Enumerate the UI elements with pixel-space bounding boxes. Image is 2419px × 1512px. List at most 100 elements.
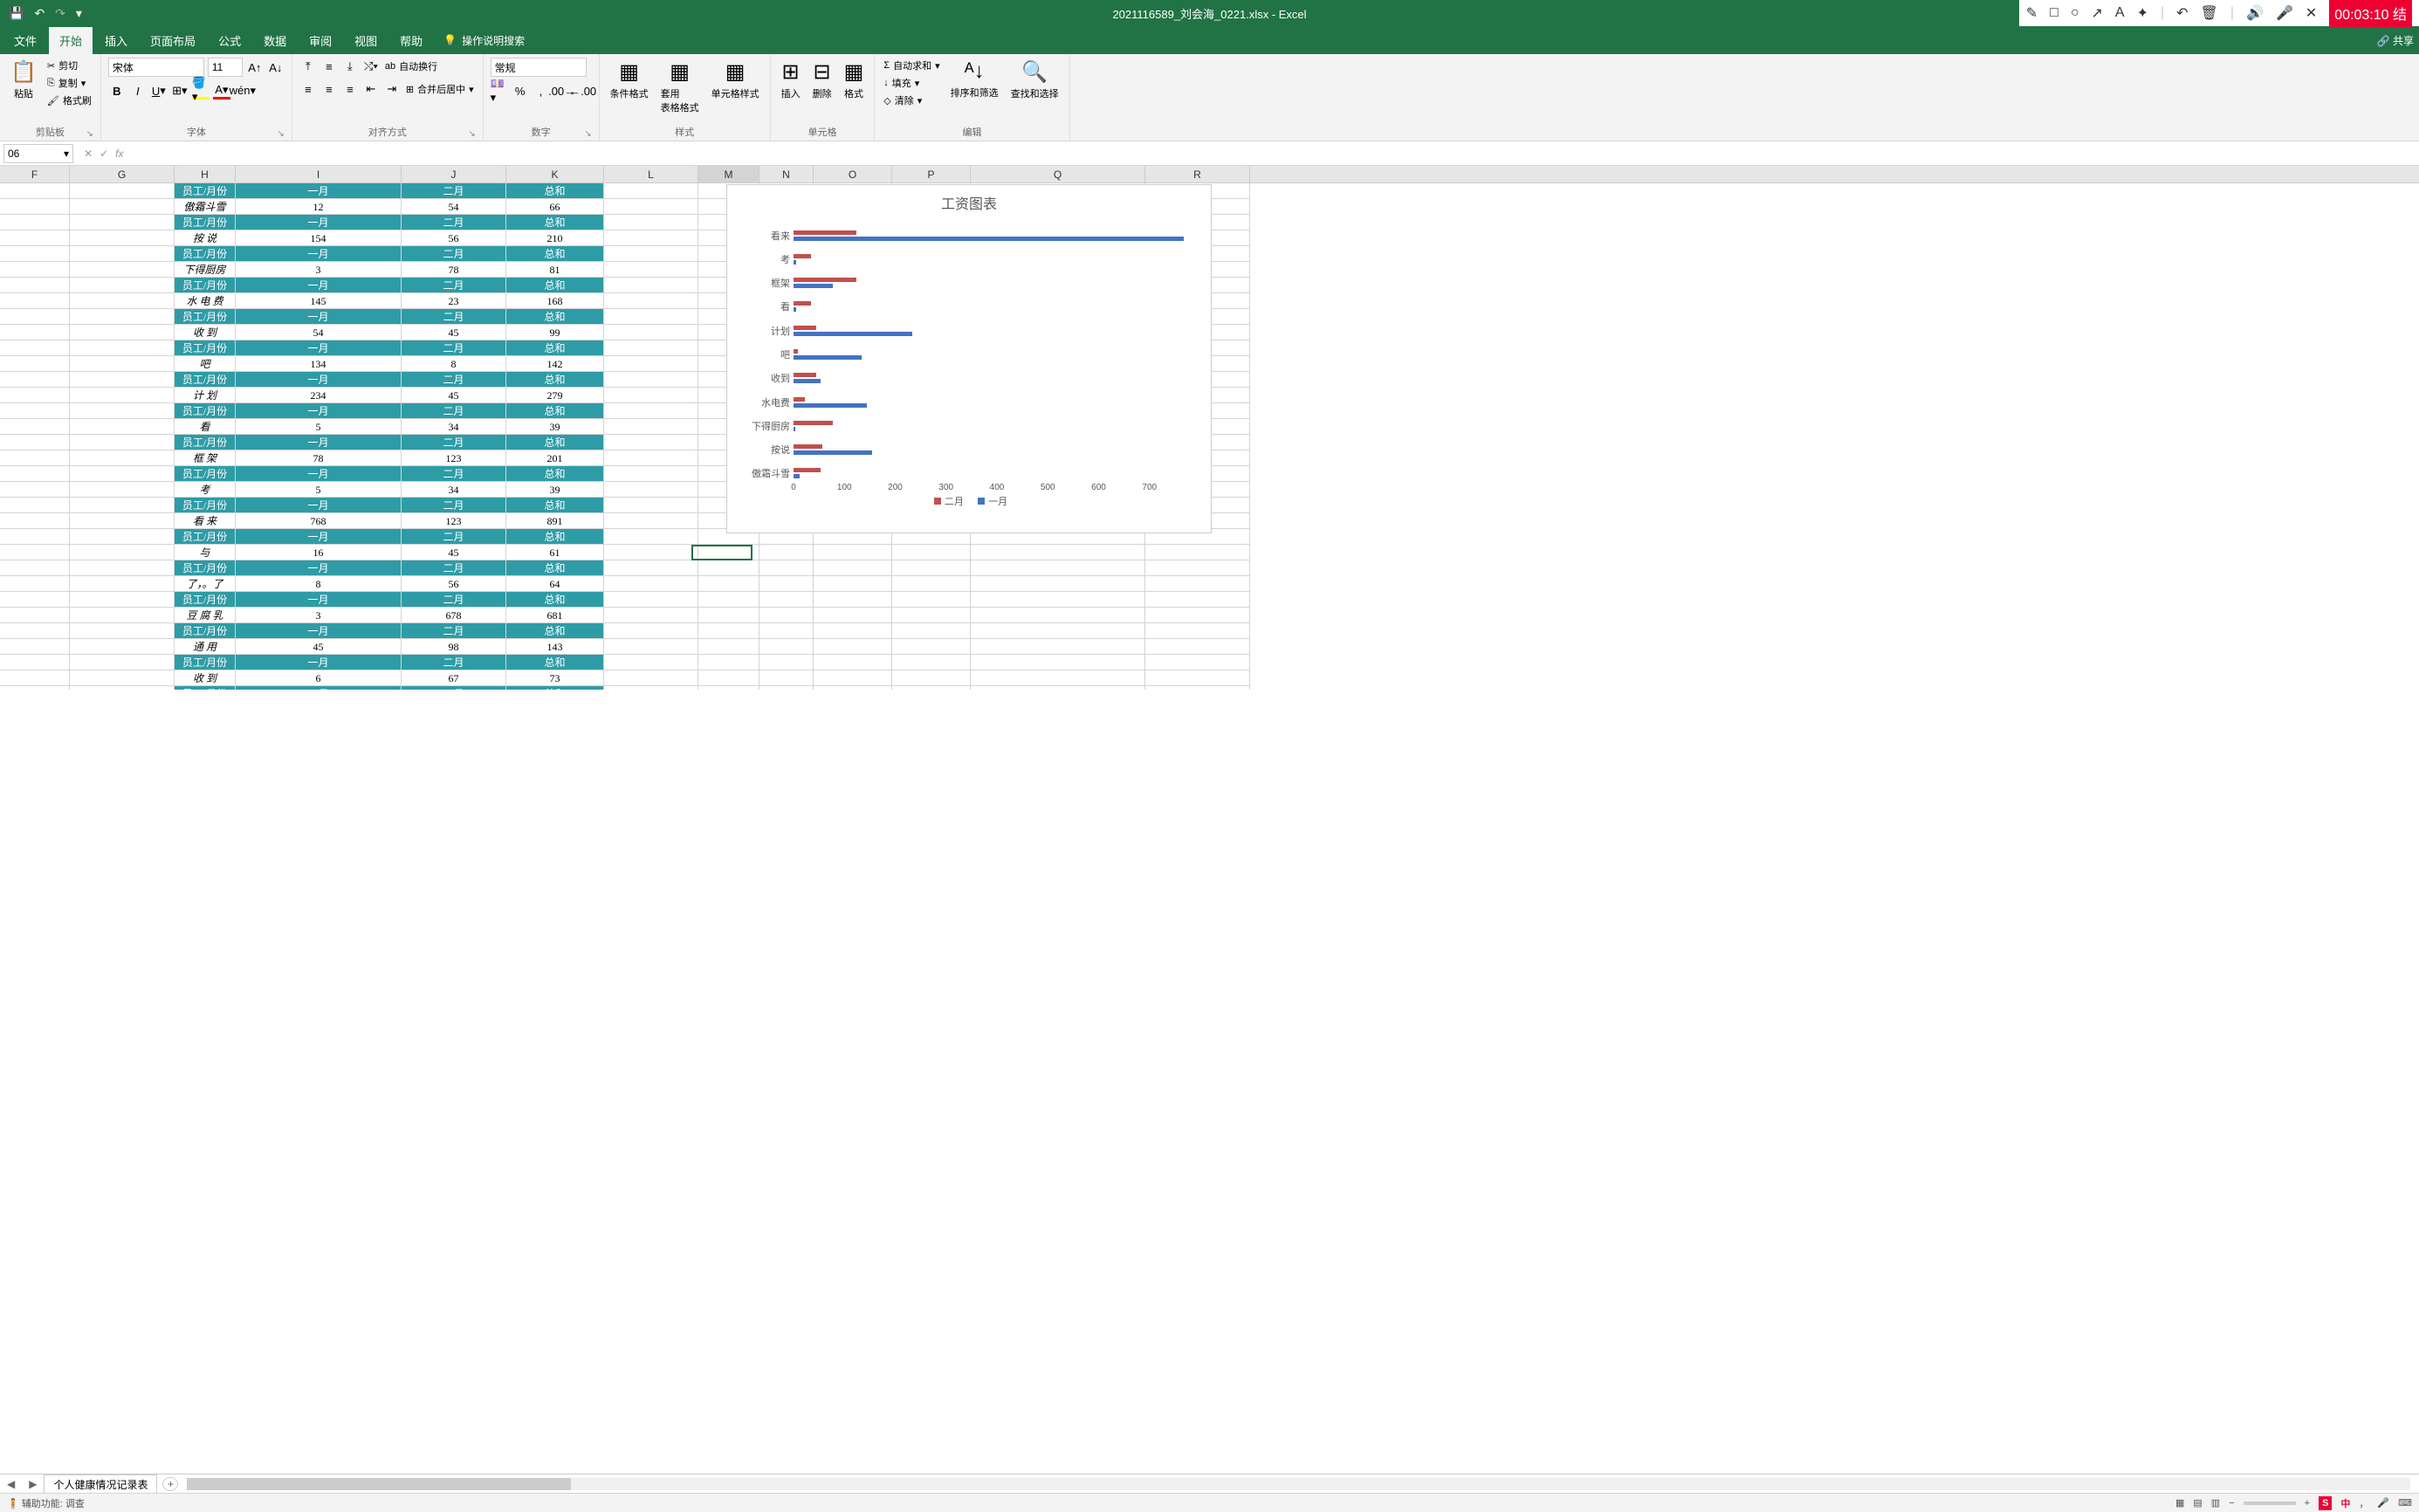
cell[interactable] bbox=[1145, 623, 1250, 639]
cell[interactable] bbox=[0, 230, 70, 246]
cell[interactable] bbox=[971, 670, 1145, 686]
cell[interactable]: 员工/月份 bbox=[175, 560, 236, 576]
cell[interactable]: 891 bbox=[506, 513, 604, 529]
cell[interactable] bbox=[70, 545, 175, 560]
cell[interactable] bbox=[70, 183, 175, 199]
zoom-in-icon[interactable]: + bbox=[2305, 1498, 2310, 1509]
cell[interactable] bbox=[70, 670, 175, 686]
cell[interactable] bbox=[604, 655, 698, 670]
cell[interactable]: 总和 bbox=[506, 623, 604, 639]
cell[interactable]: 一月 bbox=[236, 686, 402, 690]
name-box[interactable]: 06▾ bbox=[3, 144, 73, 163]
cell[interactable] bbox=[1145, 655, 1250, 670]
cell[interactable]: 员工/月份 bbox=[175, 215, 236, 230]
font-color-icon[interactable]: A▾ bbox=[213, 82, 230, 100]
percent-icon[interactable]: % bbox=[512, 82, 529, 100]
cell[interactable] bbox=[604, 340, 698, 356]
zoom-slider[interactable] bbox=[2244, 1502, 2296, 1505]
cell[interactable] bbox=[698, 545, 759, 560]
cell[interactable]: 总和 bbox=[506, 309, 604, 325]
cell[interactable]: 一月 bbox=[236, 623, 402, 639]
underline-icon[interactable]: U▾ bbox=[150, 82, 168, 100]
cell[interactable]: 员工/月份 bbox=[175, 498, 236, 513]
text-icon[interactable]: A bbox=[2115, 5, 2125, 21]
cell[interactable] bbox=[604, 513, 698, 529]
cell[interactable] bbox=[70, 686, 175, 690]
cell[interactable] bbox=[70, 215, 175, 230]
cell[interactable]: 总和 bbox=[506, 246, 604, 262]
cell[interactable]: 看 来 bbox=[175, 513, 236, 529]
cell[interactable]: 一月 bbox=[236, 340, 402, 356]
cell[interactable]: 总和 bbox=[506, 372, 604, 388]
cell[interactable]: 员工/月份 bbox=[175, 529, 236, 545]
accessibility-status[interactable]: 🧍 辅助功能: 调查 bbox=[7, 1499, 85, 1509]
cell[interactable]: 64 bbox=[506, 576, 604, 592]
formula-input[interactable] bbox=[130, 144, 2419, 163]
cell[interactable]: 了，。了 bbox=[175, 576, 236, 592]
cell[interactable] bbox=[759, 560, 814, 576]
cell[interactable]: 一月 bbox=[236, 309, 402, 325]
cell[interactable] bbox=[604, 325, 698, 340]
cell[interactable]: 收 到 bbox=[175, 670, 236, 686]
cell[interactable]: 34 bbox=[402, 482, 506, 498]
cell[interactable]: 123 bbox=[402, 450, 506, 466]
cell[interactable] bbox=[604, 262, 698, 278]
cell[interactable] bbox=[814, 686, 892, 690]
cell[interactable] bbox=[604, 686, 698, 690]
add-sheet-button[interactable]: + bbox=[162, 1477, 178, 1491]
cell[interactable]: 45 bbox=[402, 325, 506, 340]
cell[interactable]: 通 用 bbox=[175, 639, 236, 655]
close-icon[interactable]: ✕ bbox=[2306, 4, 2317, 22]
cell[interactable] bbox=[70, 356, 175, 372]
cell[interactable]: 99 bbox=[506, 325, 604, 340]
cell[interactable]: 员工/月份 bbox=[175, 278, 236, 293]
cell[interactable] bbox=[70, 435, 175, 450]
view-pagelayout-icon[interactable]: ▤ bbox=[2193, 1497, 2202, 1509]
cell[interactable]: 二月 bbox=[402, 183, 506, 199]
col-header-N[interactable]: N bbox=[759, 166, 814, 182]
cell[interactable] bbox=[0, 435, 70, 450]
cell[interactable]: 二月 bbox=[402, 466, 506, 482]
cell[interactable] bbox=[892, 545, 971, 560]
cell[interactable]: 768 bbox=[236, 513, 402, 529]
column-headers[interactable]: F G H I J K L M N O P Q R bbox=[0, 166, 2419, 183]
cell[interactable] bbox=[892, 670, 971, 686]
cell[interactable]: 员工/月份 bbox=[175, 403, 236, 419]
cell[interactable] bbox=[604, 576, 698, 592]
pencil-icon[interactable]: ✎ bbox=[2026, 4, 2038, 22]
cell[interactable]: 二月 bbox=[402, 215, 506, 230]
cell[interactable]: 一月 bbox=[236, 435, 402, 450]
cell[interactable] bbox=[0, 560, 70, 576]
col-header-L[interactable]: L bbox=[604, 166, 698, 182]
cell[interactable] bbox=[604, 592, 698, 608]
cell[interactable] bbox=[604, 293, 698, 309]
cell[interactable] bbox=[0, 529, 70, 545]
cell[interactable]: 67 bbox=[402, 670, 506, 686]
cell[interactable] bbox=[0, 388, 70, 403]
cell[interactable] bbox=[0, 340, 70, 356]
cell[interactable]: 134 bbox=[236, 356, 402, 372]
align-top-icon[interactable]: ⤒ bbox=[299, 58, 317, 75]
cell[interactable] bbox=[1145, 560, 1250, 576]
cell[interactable]: 45 bbox=[236, 639, 402, 655]
cell[interactable]: 78 bbox=[402, 262, 506, 278]
square-icon[interactable]: □ bbox=[2050, 5, 2058, 21]
cell[interactable] bbox=[604, 215, 698, 230]
cell[interactable] bbox=[0, 450, 70, 466]
cell[interactable] bbox=[604, 639, 698, 655]
cell[interactable] bbox=[759, 639, 814, 655]
cell[interactable]: 计 划 bbox=[175, 388, 236, 403]
cell[interactable]: 16 bbox=[236, 545, 402, 560]
ime-keyboard-icon[interactable]: ⌨ bbox=[2398, 1497, 2412, 1509]
cell[interactable]: 39 bbox=[506, 482, 604, 498]
sheet-tab[interactable]: 个人健康情况记录表 bbox=[44, 1474, 157, 1494]
cell[interactable]: 681 bbox=[506, 608, 604, 623]
cell[interactable] bbox=[604, 278, 698, 293]
tab-help[interactable]: 帮助 bbox=[389, 27, 433, 54]
cell[interactable] bbox=[604, 419, 698, 435]
cell[interactable] bbox=[814, 592, 892, 608]
cell[interactable] bbox=[892, 560, 971, 576]
cell[interactable]: 总和 bbox=[506, 435, 604, 450]
cell[interactable] bbox=[604, 183, 698, 199]
cell[interactable] bbox=[0, 278, 70, 293]
